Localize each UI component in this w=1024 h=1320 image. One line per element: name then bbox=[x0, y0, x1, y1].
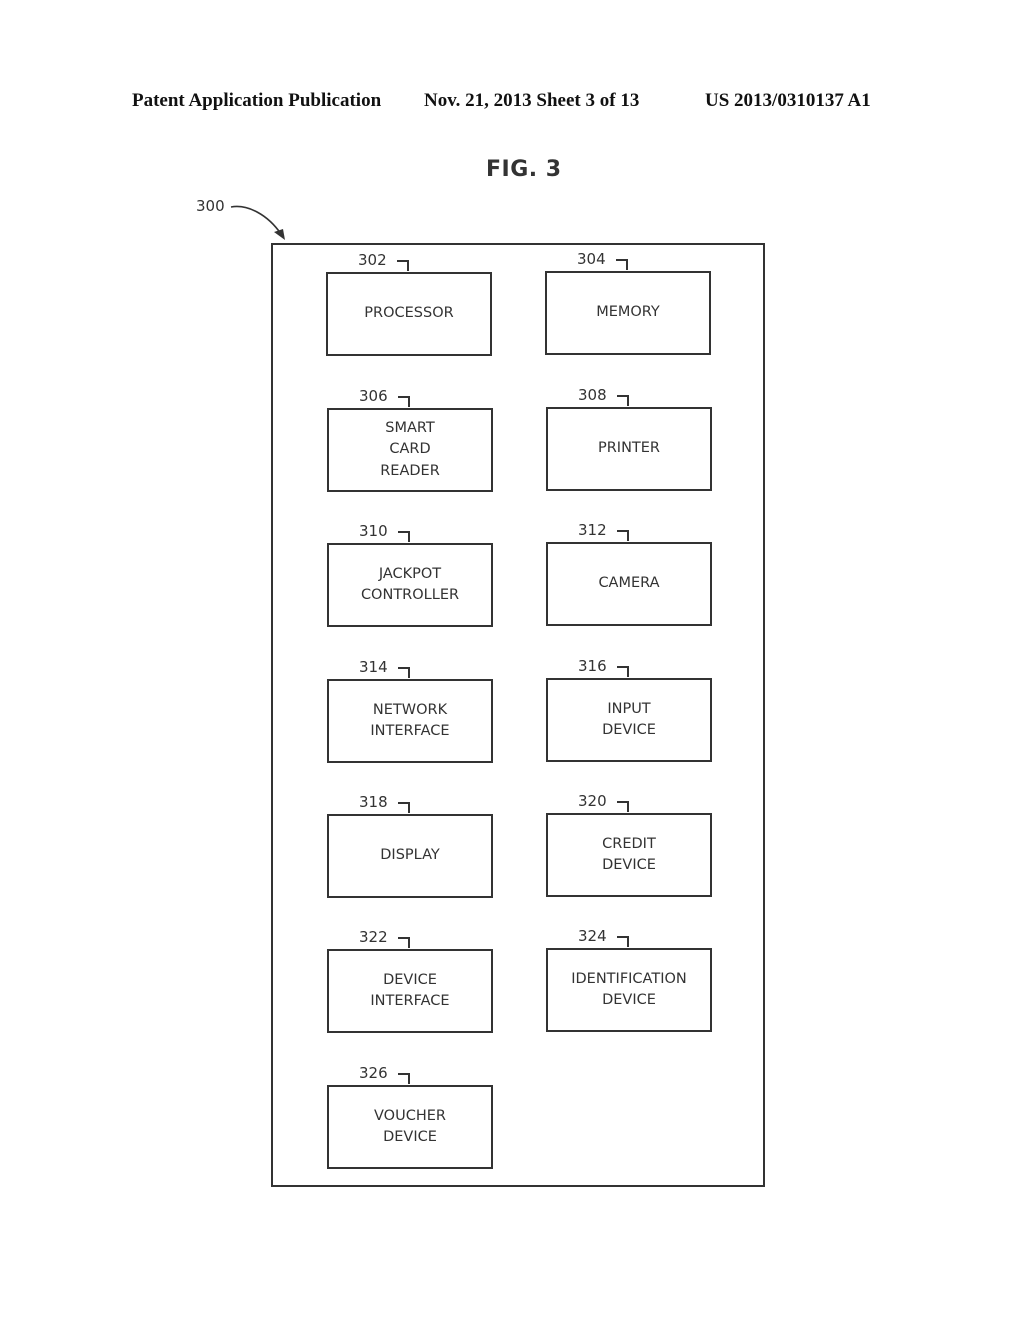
block-identification-device: IDENTIFICATION DEVICE bbox=[546, 948, 712, 1032]
block-reference-number: 308 bbox=[578, 386, 607, 404]
block-camera: CAMERA bbox=[546, 542, 712, 626]
block-label: CAMERA bbox=[598, 575, 660, 592]
block-reference-number: 326 bbox=[359, 1064, 388, 1082]
block-voucher-device: VOUCHER DEVICE bbox=[327, 1085, 493, 1169]
block-label: JACKPOT CONTROLLER bbox=[360, 565, 460, 604]
block-reference-number: 322 bbox=[359, 928, 388, 946]
leader-line-icon bbox=[616, 259, 628, 270]
block-reference-number: 310 bbox=[359, 522, 388, 540]
block-display: DISPLAY bbox=[327, 814, 493, 898]
block-network-interface: NETWORK INTERFACE bbox=[327, 679, 493, 763]
block-reference-number: 306 bbox=[359, 387, 388, 405]
block-reference-number: 320 bbox=[578, 792, 607, 810]
leader-line-icon bbox=[398, 396, 410, 407]
leader-line-icon bbox=[398, 1073, 410, 1084]
block-memory: MEMORY bbox=[545, 271, 711, 355]
leader-line-icon bbox=[398, 937, 410, 948]
block-reference-number: 302 bbox=[358, 251, 387, 269]
leader-line-icon bbox=[397, 260, 409, 271]
block-label: SMART CARD READER bbox=[380, 419, 440, 479]
leader-line-icon bbox=[398, 802, 410, 813]
leader-line-icon bbox=[398, 531, 410, 542]
block-credit-device: CREDIT DEVICE bbox=[546, 813, 712, 897]
block-reference-number: 314 bbox=[359, 658, 388, 676]
block-processor: PROCESSOR bbox=[326, 272, 492, 356]
block-reference-number: 312 bbox=[578, 521, 607, 539]
leader-line-icon bbox=[617, 666, 629, 677]
block-reference-number: 316 bbox=[578, 657, 607, 675]
block-printer: PRINTER bbox=[546, 407, 712, 491]
block-label: DEVICE INTERFACE bbox=[370, 971, 450, 1010]
block-label: INPUT DEVICE bbox=[602, 700, 656, 739]
block-label: CREDIT DEVICE bbox=[602, 835, 656, 874]
block-input-device: INPUT DEVICE bbox=[546, 678, 712, 762]
leader-line-icon bbox=[617, 801, 629, 812]
block-label: PROCESSOR bbox=[364, 305, 454, 322]
block-label: VOUCHER DEVICE bbox=[374, 1107, 446, 1146]
block-reference-number: 318 bbox=[359, 793, 388, 811]
leader-line-icon bbox=[617, 530, 629, 541]
leader-line-icon bbox=[398, 667, 410, 678]
block-jackpot-controller: JACKPOT CONTROLLER bbox=[327, 543, 493, 627]
block-label: NETWORK INTERFACE bbox=[370, 701, 450, 740]
leader-line-icon bbox=[617, 395, 629, 406]
block-label: PRINTER bbox=[597, 440, 661, 457]
block-label: DISPLAY bbox=[380, 847, 440, 864]
block-reference-number: 324 bbox=[578, 927, 607, 945]
block-smart-card-reader: SMART CARD READER bbox=[327, 408, 493, 492]
block-reference-number: 304 bbox=[577, 250, 606, 268]
leader-line-icon bbox=[617, 936, 629, 947]
block-label: IDENTIFICATION DEVICE bbox=[571, 970, 687, 1009]
block-device-interface: DEVICE INTERFACE bbox=[327, 949, 493, 1033]
block-label: MEMORY bbox=[596, 304, 660, 321]
